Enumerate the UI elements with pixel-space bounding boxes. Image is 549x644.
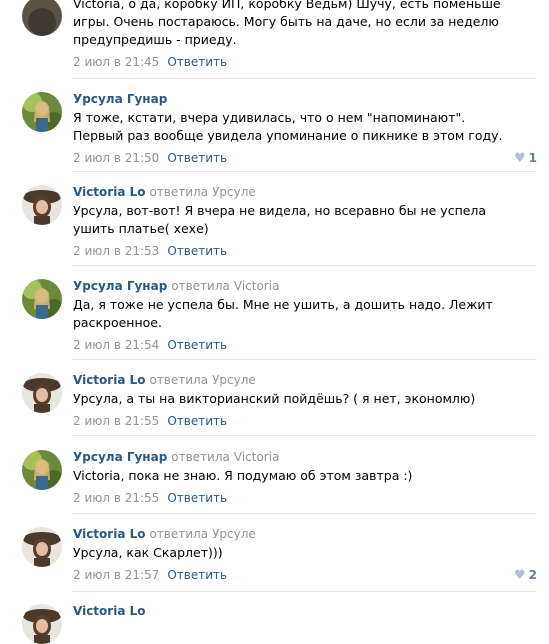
comment-meta: 2 июл в 21:57 Ответить ♥ 2 [73,565,537,585]
divider [72,359,537,360]
divider [72,513,537,514]
comment-header: Victoria Lo [73,602,537,619]
comment-date[interactable]: 2 июл в 21:53 [73,244,159,258]
comment-meta: 2 июл в 21:50 Ответить ♥ 1 [73,148,537,168]
comment-text: Урсула, как Скарлет))) [73,545,223,560]
comment-text: Да, я тоже не успела бы. Мне не ушить, а… [73,297,493,330]
comment-header: Урсула Гунар [73,90,537,107]
comment-text: Victoria, о да, коробку ИП, коробку Ведь… [73,0,501,47]
avatar[interactable] [22,373,62,413]
heart-icon: ♥ [513,151,526,166]
comment-header: Victoria Lo ответила Урсуле [73,525,537,542]
comment-meta: 2 июл в 21:53 Ответить [73,241,537,261]
comment-text: Я тоже, кстати, вчера удивилась, что о н… [73,110,503,143]
author-name[interactable]: Victoria Lo [73,373,145,387]
comment-date[interactable]: 2 июл в 21:54 [73,338,159,352]
author-name[interactable]: Урсула Гунар [73,92,167,106]
reply-button[interactable]: Ответить [167,151,227,165]
reply-button[interactable]: Ответить [167,55,227,69]
like-button[interactable]: ♥ 2 [514,565,537,586]
comment-meta: 2 июл в 21:45 Ответить [73,52,537,72]
avatar[interactable] [22,450,62,490]
reply-button[interactable]: Ответить [167,244,227,258]
comment-date[interactable]: 2 июл в 21:45 [73,55,159,69]
comment-meta: 2 июл в 21:55 Ответить [73,488,537,508]
comment-meta: 2 июл в 21:54 Ответить [73,335,537,355]
avatar[interactable] [22,185,62,225]
comment-date[interactable]: 2 июл в 21:55 [73,491,159,505]
avatar[interactable] [22,0,62,36]
reply-to-link[interactable]: Victoria [234,450,280,464]
replied-label: ответила [149,185,209,199]
reply-button[interactable]: Ответить [167,491,227,505]
reply-to-link[interactable]: Урсуле [212,185,256,199]
reply-button[interactable]: Ответить [167,338,227,352]
like-button[interactable]: ♥ 1 [514,148,537,169]
divider [72,435,537,436]
replied-label: ответила [149,373,209,387]
reply-button[interactable]: Ответить [167,568,227,582]
divider [72,265,537,266]
divider [72,78,537,79]
avatar[interactable] [22,527,62,567]
reply-to-link[interactable]: Урсуле [212,373,256,387]
reply-to-link[interactable]: Урсуле [212,527,256,541]
comment-header: Урсула Гунар ответила Victoria [73,448,537,465]
replied-label: ответила [171,450,230,464]
divider [72,591,537,592]
avatar[interactable] [22,604,62,644]
replied-label: ответила [149,527,209,541]
comment-text: Урсула, вот-вот! Я вчера не видела, но в… [73,203,487,236]
replied-label: ответила [171,279,230,293]
divider [72,171,537,172]
comment-text: Victoria, пока не знаю. Я подумаю об это… [73,468,413,483]
reply-to-link[interactable]: Victoria [234,279,280,293]
comment-text: Урсула, а ты на викторианский пойдёшь? (… [73,391,476,406]
avatar[interactable] [22,279,62,319]
comment-date[interactable]: 2 июл в 21:55 [73,414,159,428]
heart-icon: ♥ [513,568,526,583]
author-name[interactable]: Victoria Lo [73,185,145,199]
like-count: 1 [528,151,537,165]
comment-meta: 2 июл в 21:55 Ответить [73,411,537,431]
like-count: 2 [528,568,537,582]
author-name[interactable]: Victoria Lo [73,604,145,618]
comment-date[interactable]: 2 июл в 21:50 [73,151,159,165]
comment-header: Victoria Lo ответила Урсуле [73,371,537,388]
comment-date[interactable]: 2 июл в 21:57 [73,568,159,582]
reply-button[interactable]: Ответить [167,414,227,428]
author-name[interactable]: Урсула Гунар [73,450,167,464]
author-name[interactable]: Victoria Lo [73,527,145,541]
author-name[interactable]: Урсула Гунар [73,279,167,293]
avatar[interactable] [22,92,62,132]
comment-header: Урсула Гунар ответила Victoria [73,277,537,294]
comment-header: Victoria Lo ответила Урсуле [73,183,537,200]
